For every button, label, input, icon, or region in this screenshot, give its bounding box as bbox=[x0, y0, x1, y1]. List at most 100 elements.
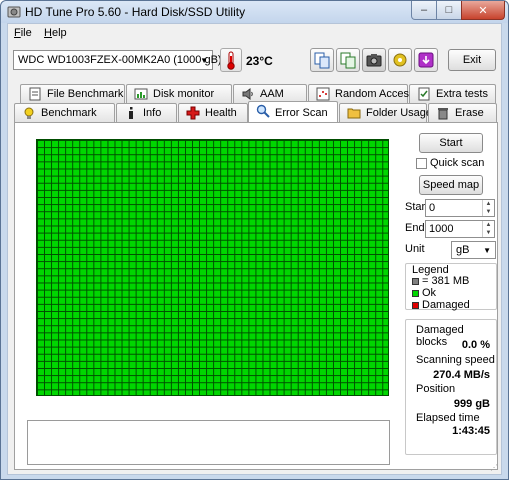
tab-label: Erase bbox=[455, 107, 484, 119]
temperature-readout: 23°C bbox=[246, 54, 273, 68]
close-button[interactable]: ✕ bbox=[461, 1, 505, 20]
tab-label: Health bbox=[205, 107, 237, 119]
chevron-down-icon: ▼ bbox=[200, 56, 208, 65]
elapsed-time-value: 1:43:45 bbox=[452, 425, 490, 437]
exit-button[interactable]: Exit bbox=[448, 49, 496, 71]
position-label: Position bbox=[416, 383, 456, 395]
start-spinner[interactable]: ▲ ▼ bbox=[482, 200, 494, 216]
ok-swatch bbox=[412, 289, 419, 297]
drive-select-value: WDC WD1003FZEX-00MK2A0 (1000 gB) bbox=[18, 54, 222, 66]
file-benchmark-icon bbox=[29, 87, 41, 101]
trash-icon bbox=[438, 108, 448, 120]
copy-info-button[interactable] bbox=[336, 48, 360, 72]
tab-info[interactable]: Info bbox=[116, 103, 177, 122]
legend-ok: Ok bbox=[412, 287, 436, 299]
tab-label: Disk monitor bbox=[153, 88, 215, 100]
drive-select[interactable]: WDC WD1003FZEX-00MK2A0 (1000 gB) ▼ bbox=[13, 50, 222, 70]
minimize-button[interactable]: – bbox=[411, 1, 437, 20]
copy-text-icon bbox=[314, 52, 330, 69]
end-input-value: 1000 bbox=[429, 223, 454, 235]
tab-health[interactable]: Health bbox=[178, 103, 248, 122]
app-icon bbox=[7, 6, 21, 18]
start-input[interactable]: 0 ▲ ▼ bbox=[425, 199, 495, 217]
title-bar[interactable]: HD Tune Pro 5.60 - Hard Disk/SSD Utility… bbox=[1, 1, 508, 23]
end-spinner[interactable]: ▲ ▼ bbox=[482, 221, 494, 237]
quick-scan-checkbox[interactable] bbox=[416, 158, 427, 169]
magnifier-icon bbox=[256, 104, 270, 118]
legend-box: Legend = 381 MB Ok Damaged bbox=[405, 263, 497, 311]
tab-benchmark[interactable]: Benchmark bbox=[14, 103, 115, 122]
menu-bar: File Help bbox=[8, 24, 501, 42]
menu-file[interactable]: File bbox=[14, 27, 32, 39]
save-button[interactable] bbox=[414, 48, 438, 72]
tab-label: Info bbox=[143, 107, 162, 119]
disk-monitor-icon bbox=[134, 88, 148, 100]
screenshot-icon bbox=[366, 54, 382, 67]
legend-damaged-text: Damaged bbox=[422, 299, 470, 311]
quick-scan-label: Quick scan bbox=[430, 157, 485, 169]
copy-text-button[interactable] bbox=[310, 48, 334, 72]
end-field-label: End bbox=[405, 222, 425, 234]
scan-log[interactable] bbox=[27, 420, 390, 465]
tab-label: AAM bbox=[260, 88, 284, 100]
unscanned-swatch bbox=[412, 277, 419, 285]
spin-down-icon[interactable]: ▼ bbox=[483, 208, 494, 216]
start-input-value: 0 bbox=[429, 202, 436, 214]
damaged-blocks-value: 0.0 % bbox=[461, 339, 490, 351]
tab-label: Random Access bbox=[335, 88, 415, 100]
legend-damaged: Damaged bbox=[412, 299, 470, 311]
save-icon bbox=[418, 52, 434, 68]
app-window: HD Tune Pro 5.60 - Hard Disk/SSD Utility… bbox=[0, 0, 509, 480]
screenshot-button[interactable] bbox=[362, 48, 386, 72]
folder-icon bbox=[347, 108, 361, 119]
copy-info-icon bbox=[340, 52, 356, 69]
toolbar: WDC WD1003FZEX-00MK2A0 (1000 gB) ▼ 23°C bbox=[8, 44, 501, 78]
tab-label: Error Scan bbox=[275, 107, 328, 119]
speaker-icon bbox=[242, 88, 253, 100]
tab-file-benchmark[interactable]: File Benchmark bbox=[20, 84, 125, 103]
unit-field-label: Unit bbox=[405, 243, 425, 255]
options-button[interactable] bbox=[388, 48, 412, 72]
start-scan-button[interactable]: Start bbox=[419, 133, 483, 153]
tab-extra-tests[interactable]: Extra tests bbox=[409, 84, 496, 103]
tab-label: Folder Usage bbox=[366, 107, 433, 119]
tab-label: Extra tests bbox=[436, 88, 488, 100]
scan-block-map bbox=[36, 139, 389, 396]
speed-map-button[interactable]: Speed map bbox=[419, 175, 483, 195]
spin-down-icon[interactable]: ▼ bbox=[483, 229, 494, 237]
resize-grip-icon[interactable]: ⋰ bbox=[490, 463, 498, 472]
maximize-button[interactable]: □ bbox=[436, 1, 462, 20]
unit-select[interactable]: gB ▼ bbox=[451, 241, 496, 259]
legend-ok-text: Ok bbox=[422, 287, 437, 299]
error-scan-panel: Start Quick scan Speed map Start 0 ▲ ▼ En… bbox=[14, 122, 498, 470]
legend-block-size: = 381 MB bbox=[412, 275, 469, 287]
tab-disk-monitor[interactable]: Disk monitor bbox=[126, 84, 232, 103]
red-cross-icon bbox=[186, 106, 200, 120]
spin-up-icon[interactable]: ▲ bbox=[483, 221, 494, 229]
scanning-speed-label: Scanning speed bbox=[416, 354, 495, 366]
tab-erase[interactable]: Erase bbox=[428, 103, 497, 122]
options-icon bbox=[393, 53, 407, 67]
legend-block-size-text: = 381 MB bbox=[422, 275, 470, 287]
menu-help[interactable]: Help bbox=[44, 27, 67, 39]
lightbulb-icon bbox=[24, 107, 34, 119]
elapsed-time-label: Elapsed time bbox=[416, 412, 480, 424]
thermometer-button[interactable] bbox=[220, 48, 242, 72]
tab-label: Benchmark bbox=[41, 107, 97, 119]
spin-up-icon[interactable]: ▲ bbox=[483, 200, 494, 208]
chevron-down-icon: ▼ bbox=[483, 246, 491, 255]
end-input[interactable]: 1000 ▲ ▼ bbox=[425, 220, 495, 238]
info-icon bbox=[129, 107, 133, 119]
unit-select-value: gB bbox=[456, 244, 470, 256]
stats-box: Damaged blocks 0.0 % Scanning speed 270.… bbox=[405, 319, 497, 455]
position-value: 999 gB bbox=[453, 398, 490, 410]
thermometer-icon bbox=[227, 51, 235, 70]
random-access-icon bbox=[316, 87, 330, 101]
damaged-swatch bbox=[412, 301, 419, 309]
tab-error-scan[interactable]: Error Scan bbox=[248, 101, 338, 122]
scanning-speed-value: 270.4 MB/s bbox=[433, 369, 490, 381]
window-title: HD Tune Pro 5.60 - Hard Disk/SSD Utility bbox=[25, 5, 246, 19]
tab-folder-usage[interactable]: Folder Usage bbox=[339, 103, 432, 122]
tab-label: File Benchmark bbox=[47, 88, 124, 100]
extra-tests-icon bbox=[418, 87, 430, 101]
